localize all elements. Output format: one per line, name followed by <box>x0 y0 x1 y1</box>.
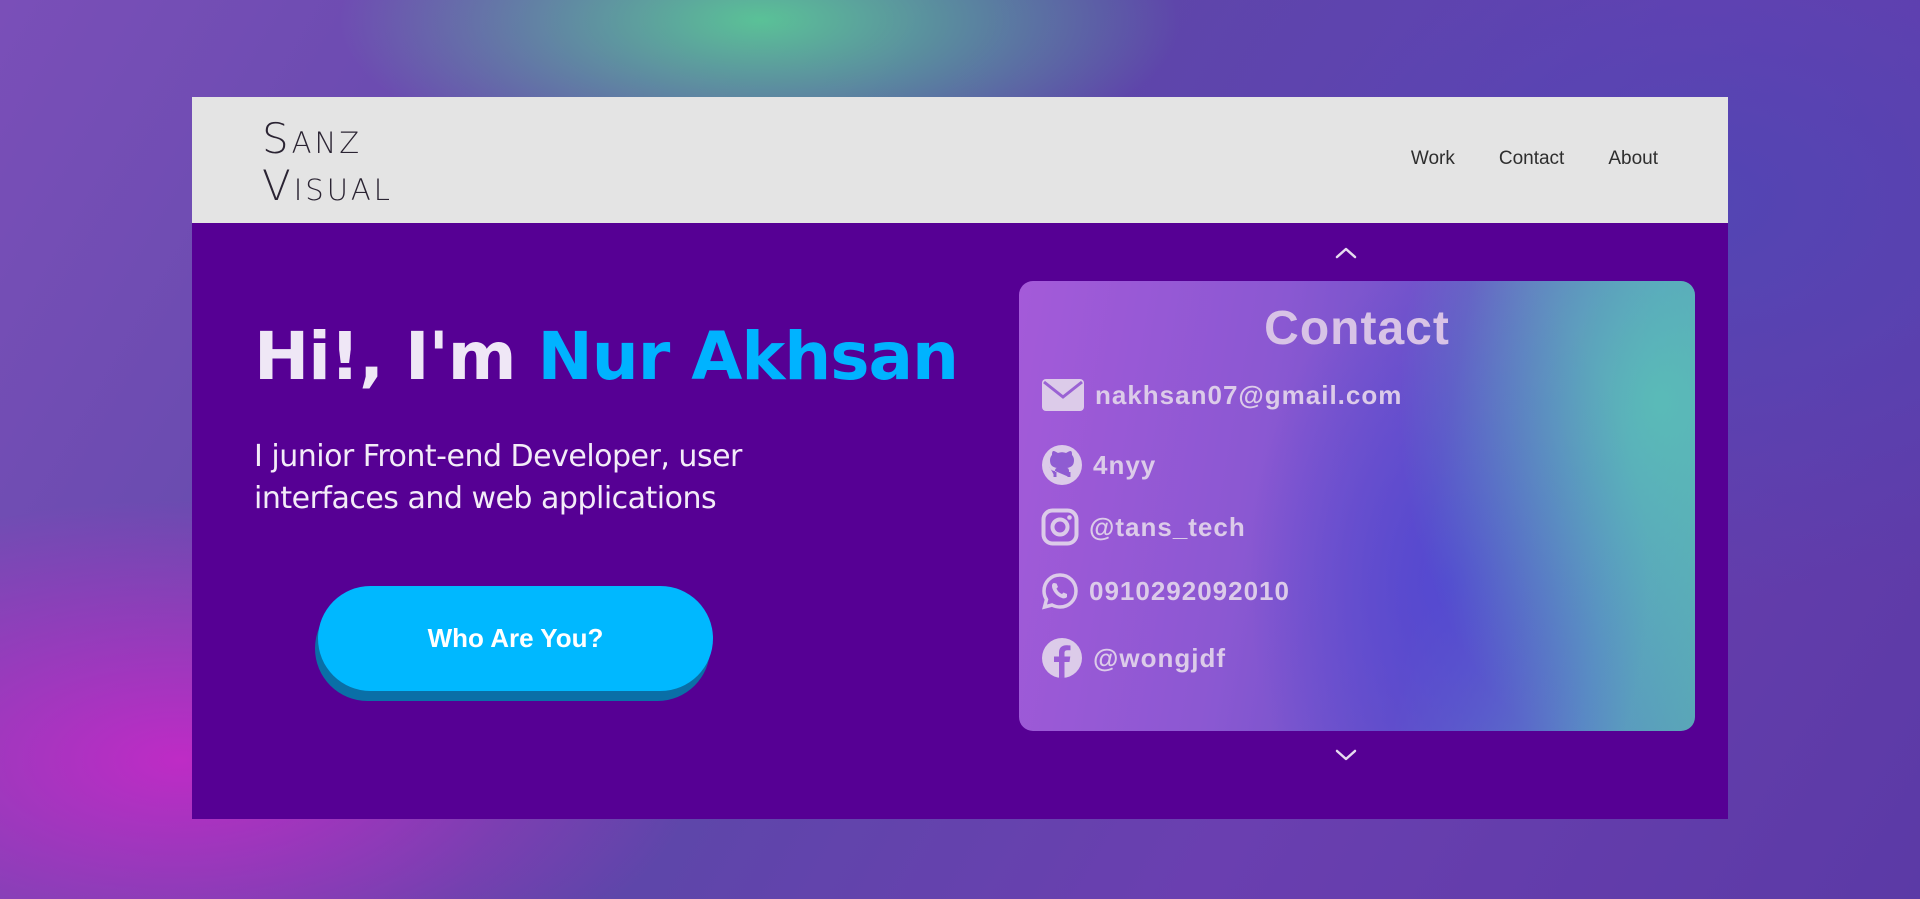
logo-line-2: Visual <box>262 161 393 210</box>
contact-facebook[interactable]: @wongjdf <box>1041 637 1226 679</box>
logo[interactable]: Sanz Visual <box>262 115 462 209</box>
hero-subtitle: I junior Front-end Developer, user inter… <box>254 439 742 516</box>
who-are-you-button[interactable]: Who Are You? <box>318 586 713 691</box>
nav-link-work[interactable]: Work <box>1411 148 1455 170</box>
hero-name: Nur Akhsan <box>537 318 960 395</box>
contact-github-text: 4nyy <box>1093 449 1157 480</box>
whatsapp-icon <box>1041 572 1079 610</box>
contact-whatsapp[interactable]: 0910292092010 <box>1041 572 1290 610</box>
contact-whatsapp-text: 0910292092010 <box>1089 575 1290 606</box>
contact-title: Contact <box>1264 302 1450 355</box>
hero-section: Hi!, I'm Nur Akhsan I junior Front-end D… <box>192 223 1728 819</box>
site-frame: Sanz Visual Work Contact About Hi!, I'm … <box>192 97 1728 819</box>
nav-links: Work Contact About <box>1411 148 1658 170</box>
navbar: Sanz Visual Work Contact About <box>192 97 1728 223</box>
contact-instagram[interactable]: @tans_tech <box>1041 508 1246 546</box>
logo-line-1: Sanz <box>262 114 363 163</box>
contact-email-text: nakhsan07@gmail.com <box>1095 379 1403 410</box>
instagram-icon <box>1041 508 1079 546</box>
github-icon <box>1041 444 1083 486</box>
nav-link-about[interactable]: About <box>1608 148 1658 170</box>
hero-greeting: Hi!, I'm <box>254 318 538 395</box>
contact-card: Contact nakhsan07@gmail.com 4nyy @tans_t… <box>1019 281 1695 731</box>
nav-link-contact[interactable]: Contact <box>1499 148 1564 170</box>
contact-email[interactable]: nakhsan07@gmail.com <box>1041 378 1402 412</box>
hero-title: Hi!, I'm Nur Akhsan <box>254 318 960 395</box>
envelope-icon <box>1041 378 1085 412</box>
contact-facebook-text: @wongjdf <box>1093 642 1226 673</box>
facebook-icon <box>1041 637 1083 679</box>
contact-instagram-text: @tans_tech <box>1089 511 1246 542</box>
chevron-up-icon[interactable] <box>1334 245 1358 261</box>
contact-github[interactable]: 4nyy <box>1041 444 1156 486</box>
chevron-down-icon[interactable] <box>1334 747 1358 763</box>
